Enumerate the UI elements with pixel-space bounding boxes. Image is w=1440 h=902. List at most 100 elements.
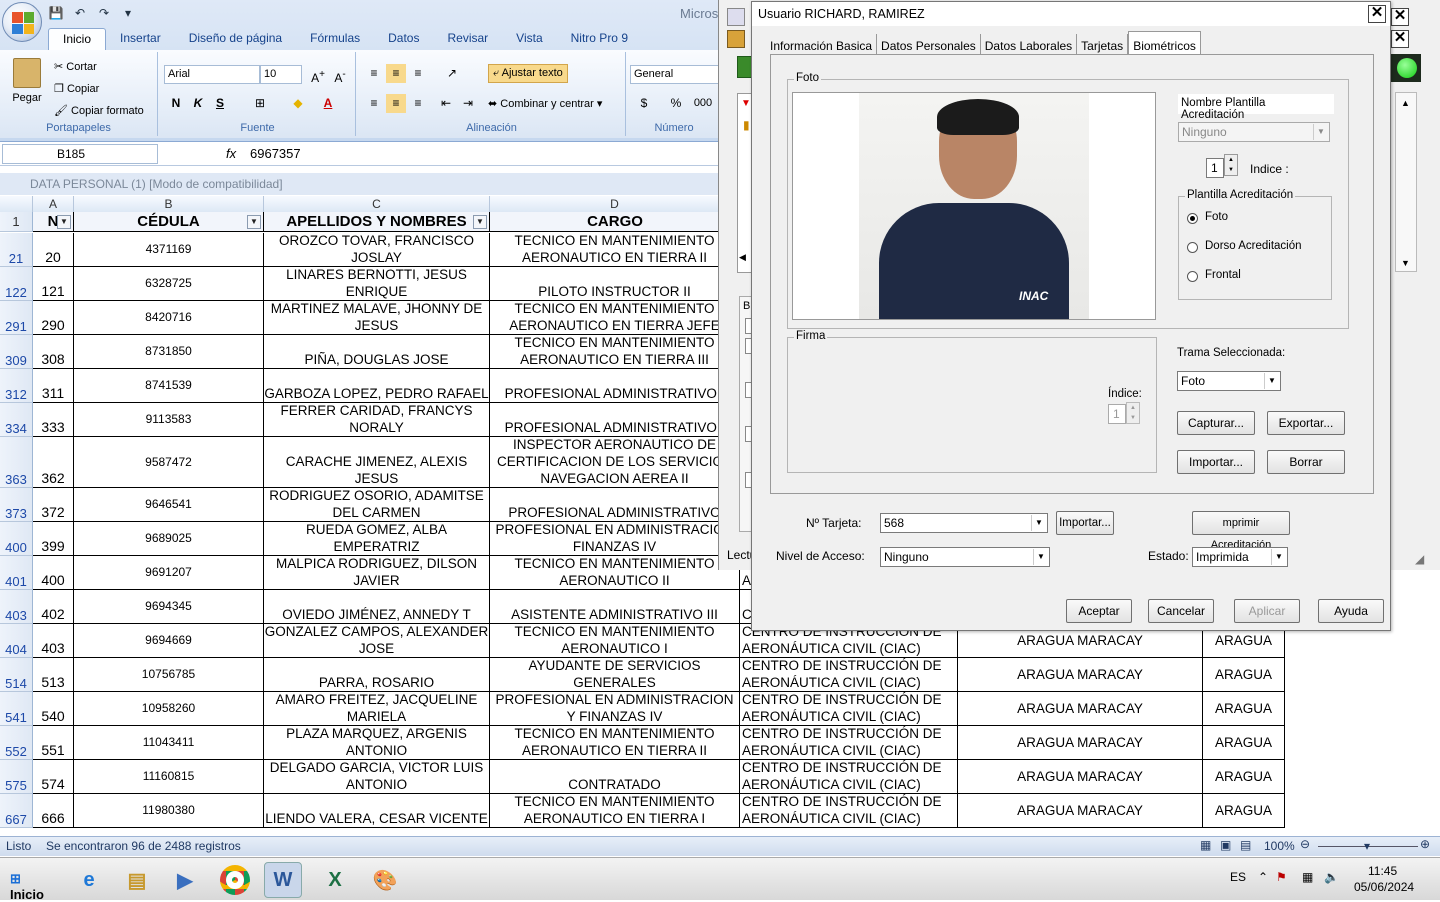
row-header[interactable]: 400 — [0, 522, 33, 556]
cell-centro[interactable]: CENTRO DE INSTRUCCIÓN DE AERONÁUTICA CIV… — [740, 726, 958, 759]
view-pagebreak-icon[interactable]: ▤ — [1240, 838, 1251, 852]
row-header-1[interactable]: 1 — [0, 212, 33, 232]
firma-indice-spinner[interactable]: 1 — [1108, 404, 1126, 424]
cell-n[interactable]: 540 — [33, 692, 74, 725]
cell-cedula[interactable]: 9113583 — [74, 403, 264, 436]
paint-icon[interactable]: 🎨 — [366, 862, 404, 898]
cell-estado[interactable]: ARAGUA — [1203, 726, 1285, 759]
format-painter-button[interactable]: 🖌 Copiar formato — [54, 104, 144, 117]
vertical-scrollbar[interactable] — [1395, 92, 1417, 272]
cell-apellidos[interactable]: LIENDO VALERA, CESAR VICENTE — [264, 794, 490, 827]
cell-centro[interactable]: CENTRO DE INSTRUCCIÓN DE AERONÁUTICA CIV… — [740, 794, 958, 827]
imprimir-acreditacion-button[interactable]: mprimir Acreditación — [1192, 511, 1290, 551]
zoom-out-icon[interactable]: ⊖ — [1300, 837, 1310, 851]
cell-cargo[interactable]: PROFESIONAL ADMINISTRATIVO I — [490, 369, 740, 402]
row-header[interactable]: 312 — [0, 369, 33, 403]
cell-ciudad[interactable]: ARAGUA MARACAY — [958, 794, 1203, 827]
cell-cedula[interactable]: 11160815 — [74, 760, 264, 793]
cell-n[interactable]: 399 — [33, 522, 74, 555]
italic-button[interactable]: K — [188, 94, 208, 113]
decrease-indent-icon[interactable]: ⇤ — [436, 94, 456, 113]
plantilla-select[interactable]: Ninguno ▼ — [1178, 122, 1330, 142]
column-header-a[interactable]: A — [33, 196, 74, 212]
cell-estado[interactable]: ARAGUA — [1203, 658, 1285, 691]
align-left-icon[interactable]: ≡ — [364, 94, 384, 113]
row-header[interactable]: 403 — [0, 590, 33, 624]
cell-n[interactable]: 403 — [33, 624, 74, 657]
tab-revisar[interactable]: Revisar — [433, 28, 502, 50]
row-header[interactable]: 575 — [0, 760, 33, 794]
row-header[interactable]: 291 — [0, 301, 33, 335]
cell-cedula[interactable]: 8741539 — [74, 369, 264, 402]
capturar-button[interactable]: Capturar... — [1177, 411, 1255, 435]
filter-dropdown-icon[interactable]: ▼ — [473, 215, 487, 229]
cell-cargo[interactable]: TECNICO EN MANTENIMIENTO AERONAUTICO EN … — [490, 301, 740, 334]
tab-insertar[interactable]: Insertar — [106, 28, 175, 50]
align-right-icon[interactable]: ≡ — [408, 94, 428, 113]
fill-color-icon[interactable]: ◆ — [288, 94, 308, 113]
cell-ciudad[interactable]: ARAGUA MARACAY — [958, 726, 1203, 759]
cell-n[interactable]: 333 — [33, 403, 74, 436]
cancelar-button[interactable]: Cancelar — [1148, 599, 1214, 623]
align-bottom-icon[interactable]: ≡ — [408, 64, 428, 83]
column-header-b[interactable]: B — [74, 196, 264, 212]
view-layout-icon[interactable]: ▣ — [1220, 838, 1231, 852]
cell-cargo[interactable]: TECNICO EN MANTENIMIENTO AERONAUTICO EN … — [490, 726, 740, 759]
start-button[interactable]: ⊞ Inicio — [2, 866, 56, 902]
aplicar-button[interactable]: Aplicar — [1234, 599, 1300, 623]
cell-estado[interactable]: ARAGUA — [1203, 692, 1285, 725]
tab-nitro[interactable]: Nitro Pro 9 — [557, 28, 642, 50]
file-explorer-icon[interactable]: ▤ — [118, 862, 156, 898]
close-icon[interactable]: ✕ — [1368, 5, 1386, 23]
cell-apellidos[interactable]: FERRER CARIDAD, FRANCYS NORALY — [264, 403, 490, 436]
aceptar-button[interactable]: Aceptar — [1066, 599, 1132, 623]
scroll-down-icon[interactable]: ▼ — [1401, 258, 1410, 268]
exportar-button[interactable]: Exportar... — [1267, 411, 1345, 435]
paste-button[interactable]: Pegar — [8, 56, 46, 112]
cell-n[interactable]: 402 — [33, 590, 74, 623]
cell-n[interactable]: 290 — [33, 301, 74, 334]
cell-cargo[interactable]: TECNICO EN MANTENIMIENTO AERONAUTICO EN … — [490, 794, 740, 827]
clock-time[interactable]: 11:45 — [1368, 864, 1397, 878]
cell-n[interactable]: 121 — [33, 267, 74, 300]
cell-cedula[interactable]: 9646541 — [74, 488, 264, 521]
column-header-d[interactable]: D — [490, 196, 740, 212]
cell-n[interactable]: 513 — [33, 658, 74, 691]
formula-input[interactable]: 6967357 — [250, 146, 301, 161]
cell-cargo[interactable]: ASISTENTE ADMINISTRATIVO III — [490, 590, 740, 623]
bg-close-icon[interactable]: ✕ — [1391, 30, 1409, 48]
wrap-text-button[interactable]: ⤶ Ajustar texto — [488, 64, 568, 83]
cell-n[interactable]: 311 — [33, 369, 74, 402]
bg-close-icon[interactable]: ✕ — [1391, 8, 1409, 26]
redo-icon[interactable]: ↷ — [96, 5, 112, 21]
cell-apellidos[interactable]: AMARO FREITEZ, JACQUELINE MARIELA — [264, 692, 490, 725]
estado-select[interactable]: Imprimida ▼ — [1192, 547, 1288, 567]
cell-apellidos[interactable]: PARRA, ROSARIO — [264, 658, 490, 691]
tab-inicio[interactable]: Inicio — [48, 28, 107, 50]
cell-centro[interactable]: CENTRO DE INSTRUCCIÓN DE AERONÁUTICA CIV… — [740, 760, 958, 793]
font-name-select[interactable]: Arial — [164, 65, 260, 84]
cell-cedula[interactable]: 9689025 — [74, 522, 264, 555]
media-player-icon[interactable]: ▶ — [166, 862, 204, 898]
cell-apellidos[interactable]: OROZCO TOVAR, FRANCISCO JOSLAY — [264, 233, 490, 266]
borrar-button[interactable]: Borrar — [1267, 450, 1345, 474]
cell-apellidos[interactable]: DELGADO GARCIA, VICTOR LUIS ANTONIO — [264, 760, 490, 793]
show-hidden-icons-icon[interactable]: ⌃ — [1258, 870, 1268, 884]
word-icon[interactable]: W — [264, 862, 302, 898]
cell-n[interactable]: 372 — [33, 488, 74, 521]
cell-cedula[interactable]: 6328725 — [74, 267, 264, 300]
tarjeta-select[interactable]: 568 ▼ — [880, 513, 1048, 533]
trama-select[interactable]: Foto ▼ — [1177, 371, 1281, 391]
internet-explorer-icon[interactable]: e — [70, 862, 108, 898]
percent-button[interactable]: % — [666, 94, 686, 113]
row-header[interactable]: 552 — [0, 726, 33, 760]
cell-ciudad[interactable]: ARAGUA MARACAY — [958, 658, 1203, 691]
row-header[interactable]: 334 — [0, 403, 33, 437]
cell-cargo[interactable]: PROFESIONAL ADMINISTRATIVO — [490, 488, 740, 521]
save-icon[interactable]: 💾 — [48, 5, 64, 21]
cell-cedula[interactable]: 8731850 — [74, 335, 264, 368]
cut-button[interactable]: ✂ Cortar — [54, 60, 97, 73]
cell-cargo[interactable]: TECNICO EN MANTENIMIENTO AERONAUTICO EN … — [490, 233, 740, 266]
font-size-select[interactable]: 10 — [260, 65, 302, 84]
cell-n[interactable]: 362 — [33, 437, 74, 487]
